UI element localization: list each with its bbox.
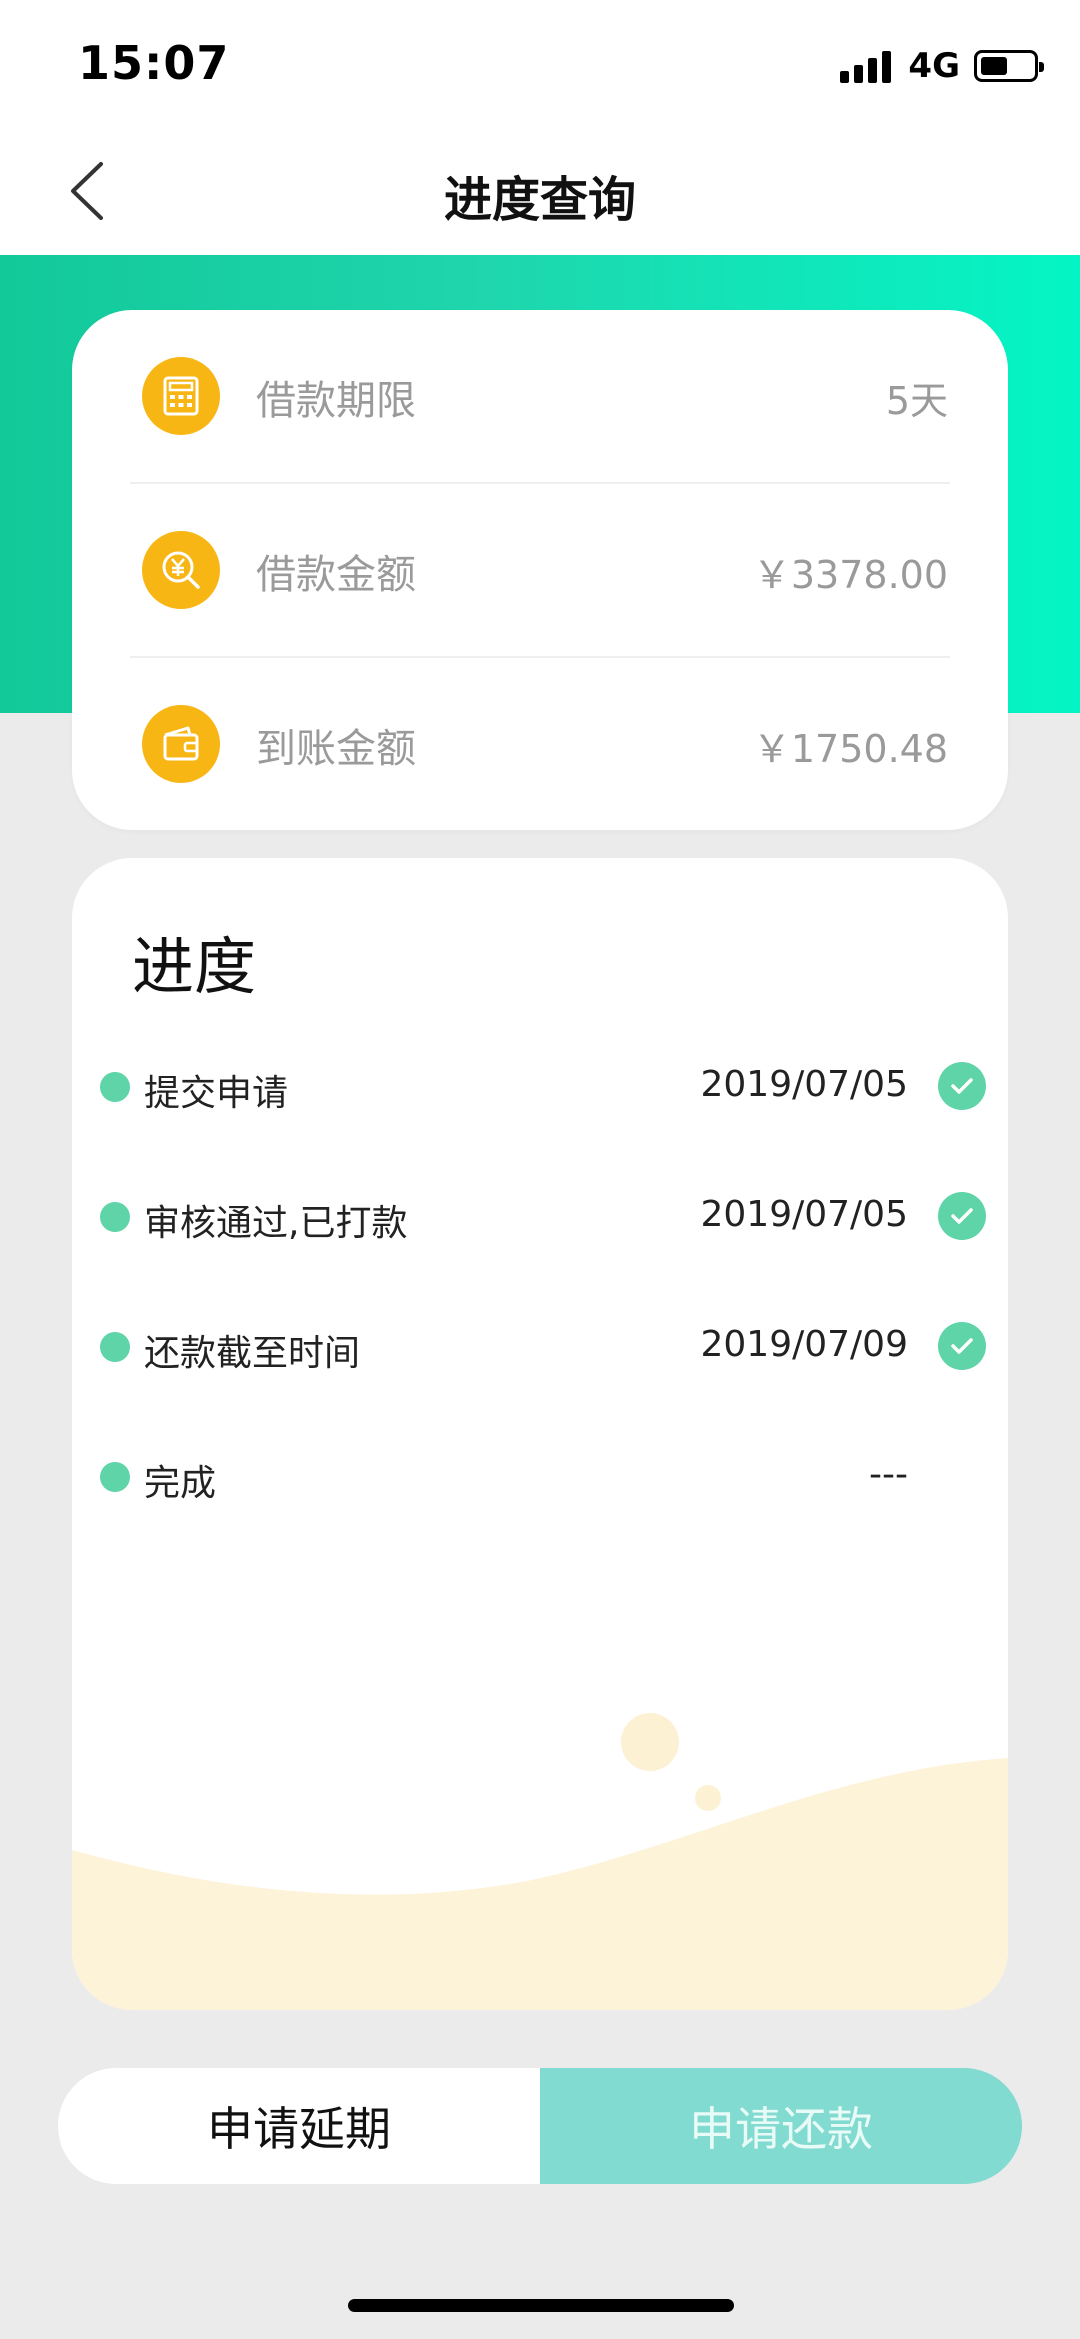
step-dot: [100, 1202, 130, 1232]
loan-info-card: 借款期限 5天 借款金额 ￥3378.00 到账金额 ￥1750.48: [72, 310, 1008, 830]
step-label: 还款截至时间: [144, 1333, 361, 1374]
apply-extension-button[interactable]: 申请延期: [58, 2068, 540, 2184]
loan-amount-row: 借款金额 ￥3378.00: [72, 484, 1008, 656]
progress-step: 完成 ---: [72, 1436, 1008, 1516]
status-time: 15:07: [78, 36, 230, 90]
loan-term-row: 借款期限 5天: [72, 310, 1008, 482]
apply-repayment-button[interactable]: 申请还款: [540, 2068, 1022, 2184]
loan-amount-value: ￥3378.00: [752, 553, 948, 597]
step-label: 完成: [144, 1463, 217, 1504]
wallet-icon: [142, 705, 220, 783]
check-icon: [938, 1062, 986, 1110]
step-dot: [100, 1462, 130, 1492]
received-amount-value: ￥1750.48: [752, 727, 948, 771]
loan-term-label: 借款期限: [256, 378, 416, 424]
step-dot: [100, 1332, 130, 1362]
wave-decoration: [72, 1713, 1008, 2010]
progress-step: 提交申请 2019/07/05: [72, 1046, 1008, 1126]
status-bar: 15:07 4G: [0, 0, 1080, 130]
network-type: 4G: [908, 46, 960, 86]
step-dot: [100, 1072, 130, 1102]
status-indicators: 4G: [840, 44, 1044, 88]
screen: 15:07 4G 进度查询 借款期限 5天 借款金额 ￥3378.00 到账金额…: [0, 0, 1080, 2339]
check-icon: [938, 1192, 986, 1240]
step-date: ---: [869, 1454, 908, 1495]
received-amount-row: 到账金额 ￥1750.48: [72, 658, 1008, 830]
progress-title: 进度: [132, 930, 257, 1003]
page-title: 进度查询: [443, 172, 636, 228]
loan-term-value: 5天: [885, 379, 948, 423]
signal-icon: [840, 49, 896, 83]
step-label: 提交申请: [144, 1073, 289, 1114]
received-amount-label: 到账金额: [256, 726, 416, 772]
home-indicator[interactable]: [348, 2299, 734, 2312]
calculator-icon: [142, 357, 220, 435]
step-date: 2019/07/05: [700, 1064, 909, 1105]
step-label: 审核通过,已打款: [144, 1203, 408, 1244]
step-date: 2019/07/09: [700, 1324, 909, 1365]
progress-card: 进度 提交申请 2019/07/05 审核通过,已打款 2019/07/05 还…: [72, 858, 1008, 2010]
yuan-search-icon: [142, 531, 220, 609]
nav-bar: 进度查询: [0, 130, 1080, 255]
progress-step: 还款截至时间 2019/07/09: [72, 1306, 1008, 1386]
loan-amount-label: 借款金额: [256, 552, 416, 598]
action-button-group: 申请延期 申请还款: [58, 2068, 1022, 2184]
check-icon: [938, 1322, 986, 1370]
step-date: 2019/07/05: [700, 1194, 909, 1235]
battery-icon: [974, 50, 1044, 82]
progress-step: 审核通过,已打款 2019/07/05: [72, 1176, 1008, 1256]
